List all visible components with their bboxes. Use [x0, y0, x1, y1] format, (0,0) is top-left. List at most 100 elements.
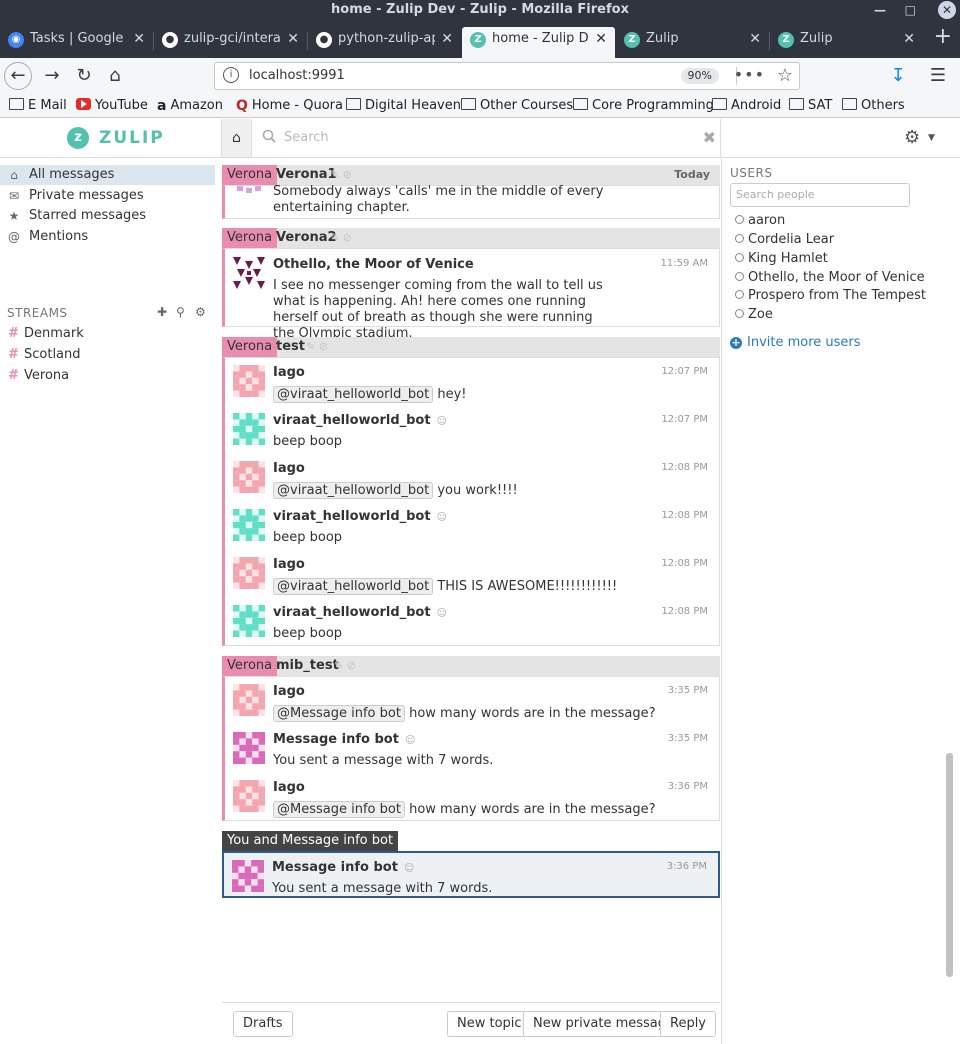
- message[interactable]: Message info bot ☺ 3:35 PM You sent a messa…: [225, 725, 718, 773]
- window-close-icon[interactable]: ✕: [938, 1, 956, 19]
- streams-header[interactable]: STREAMS: [7, 306, 68, 320]
- bookmark-sat[interactable]: SAT: [789, 97, 832, 115]
- message-time[interactable]: 3:36 PM: [667, 861, 707, 872]
- message-time[interactable]: 12:08 PM: [661, 462, 708, 473]
- back-icon[interactable]: ←: [4, 62, 32, 90]
- stream-name[interactable]: Verona: [222, 656, 278, 676]
- tab-tasks[interactable]: ◉ Tasks | Google C ✕: [0, 27, 153, 58]
- message-sender[interactable]: Othello, the Moor of Venice: [273, 257, 474, 272]
- message-sender[interactable]: viraat_helloworld_bot ☺: [273, 413, 447, 428]
- nav-private-messages[interactable]: ✉ Private messages: [0, 186, 215, 206]
- topic-name[interactable]: test: [276, 337, 305, 357]
- message-time[interactable]: 12:08 PM: [661, 510, 708, 521]
- message-sender[interactable]: Message info bot ☺: [272, 860, 414, 875]
- user-item[interactable]: Othello, the Moor of Venice: [735, 268, 925, 287]
- message-sender[interactable]: viraat_helloworld_bot ☺: [273, 605, 447, 620]
- tab-close-icon[interactable]: ✕: [903, 27, 915, 51]
- edit-topic-icon[interactable]: ✎ ⊘: [306, 337, 328, 357]
- add-stream-icon[interactable]: ✚: [157, 305, 167, 319]
- recipient-bar[interactable]: Verona mib_test ✎ ⊘: [222, 656, 720, 676]
- search-input[interactable]: Search: [284, 119, 329, 157]
- message-sender[interactable]: Iago: [273, 461, 305, 476]
- recipient-bar[interactable]: Verona Verona1 ✎ ⊘ Today: [222, 165, 720, 185]
- message[interactable]: Iago 12:08 PM @viraat_helloworld_bot you w…: [225, 454, 718, 502]
- edit-topic-icon[interactable]: ✎ ⊘: [334, 656, 356, 676]
- site-info-icon[interactable]: i: [223, 67, 239, 83]
- topic-name[interactable]: Verona1: [276, 165, 337, 185]
- bookmark-amazon[interactable]: a Amazon: [157, 97, 223, 115]
- chevron-down-icon[interactable]: ▼: [928, 133, 935, 143]
- user-item[interactable]: aaron: [735, 211, 785, 230]
- user-mention[interactable]: @viraat_helloworld_bot: [273, 482, 434, 499]
- user-item[interactable]: King Hamlet: [735, 249, 828, 268]
- nav-starred-messages[interactable]: ★ Starred messages: [0, 206, 215, 226]
- nav-all-messages[interactable]: ⌂ All messages: [0, 165, 215, 185]
- recipient-bar[interactable]: Verona Verona2 ✎ ⊘: [222, 228, 720, 248]
- tab-close-icon[interactable]: ✕: [749, 27, 761, 51]
- message-sender[interactable]: Iago: [273, 365, 305, 380]
- home-tab-button[interactable]: ⌂: [222, 119, 252, 157]
- download-icon[interactable]: ↧: [884, 62, 912, 90]
- url-bar[interactable]: i localhost:9991 90% ••• ☆: [214, 62, 800, 90]
- message-time[interactable]: 3:35 PM: [668, 733, 708, 744]
- recipient-bar[interactable]: You and Message info bot: [222, 831, 720, 851]
- settings-gear-icon[interactable]: ⚙: [904, 127, 920, 148]
- message[interactable]: viraat_helloworld_bot ☺ 12:08 PM beep boop: [225, 598, 718, 646]
- message-time[interactable]: 12:08 PM: [661, 558, 708, 569]
- bookmark-others[interactable]: Others: [842, 97, 905, 115]
- reload-icon[interactable]: ↻: [70, 62, 98, 90]
- stream-name[interactable]: Verona: [222, 165, 278, 185]
- message-sender[interactable]: viraat_helloworld_bot ☺: [273, 509, 447, 524]
- page-actions-icon[interactable]: •••: [734, 63, 765, 87]
- message[interactable]: viraat_helloworld_bot ☺ 12:07 PM beep boop: [225, 406, 718, 454]
- bookmark-star-icon[interactable]: ☆: [777, 63, 793, 89]
- message[interactable]: Iago 12:07 PM @viraat_helloworld_bot hey!: [225, 358, 718, 406]
- invite-more-users-link[interactable]: + Invite more users: [730, 335, 861, 350]
- search-streams-icon[interactable]: ⚲: [176, 305, 185, 319]
- message[interactable]: viraat_helloworld_bot ☺ 12:08 PM beep boop: [225, 502, 718, 550]
- scrollbar-thumb[interactable]: [946, 753, 953, 977]
- bookmark-youtube[interactable]: YouTube: [76, 97, 148, 115]
- message-sender[interactable]: Iago: [273, 684, 305, 699]
- stream-name[interactable]: Verona: [222, 337, 278, 357]
- new-tab-icon[interactable]: +: [934, 23, 952, 51]
- user-mention[interactable]: @viraat_helloworld_bot: [273, 578, 434, 595]
- bookmark-core-programming[interactable]: Core Programming: [573, 97, 714, 115]
- tab-zulip-2[interactable]: Z Zulip ✕: [770, 27, 923, 58]
- tab-zulip-gci[interactable]: ● zulip-gci/interact ✕: [154, 27, 307, 58]
- message-time[interactable]: 12:07 PM: [661, 414, 708, 425]
- message-time[interactable]: 12:08 PM: [661, 606, 708, 617]
- bookmark-quora[interactable]: Q Home - Quora: [236, 97, 343, 115]
- message-sender[interactable]: Iago: [273, 780, 305, 795]
- stream-scotland[interactable]: # Scotland: [0, 345, 215, 365]
- topic-name[interactable]: Verona2: [276, 228, 337, 248]
- message[interactable]: Iago 3:36 PM @Message info bot how many wo…: [225, 773, 718, 821]
- edit-topic-icon[interactable]: ✎ ⊘: [330, 228, 352, 248]
- stream-name[interactable]: Verona: [222, 228, 278, 248]
- message-time[interactable]: 11:59 AM: [661, 258, 708, 269]
- recipient-bar[interactable]: Verona test ✎ ⊘: [222, 337, 720, 357]
- search-clear-icon[interactable]: ✖: [703, 119, 716, 157]
- message[interactable]: Othello, the Moor of Venice 11:59 AM I s…: [225, 249, 718, 341]
- search-people-input[interactable]: Search people: [730, 183, 910, 207]
- drafts-button[interactable]: Drafts: [233, 1011, 293, 1037]
- user-item[interactable]: Prospero from The Tempest: [735, 286, 926, 305]
- tab-close-icon[interactable]: ✕: [595, 27, 607, 51]
- new-topic-button[interactable]: New topic: [447, 1011, 532, 1037]
- tab-python-zulip-api[interactable]: ● python-zulip-api/ ✕: [308, 27, 461, 58]
- bookmark-other-courses[interactable]: Other Courses: [461, 97, 573, 115]
- nav-mentions[interactable]: @ Mentions: [0, 227, 215, 247]
- stream-denmark[interactable]: # Denmark: [0, 324, 215, 344]
- message[interactable]: Iago 3:35 PM @Message info bot how many wo…: [225, 677, 718, 725]
- message[interactable]: Message info bot ☺ 3:36 PM You sent a messa…: [224, 853, 717, 899]
- bookmark-email[interactable]: E Mail: [9, 97, 67, 115]
- home-page-icon[interactable]: ⌂: [101, 62, 129, 90]
- stream-verona[interactable]: # Verona: [0, 366, 215, 386]
- message-time[interactable]: 12:07 PM: [661, 366, 708, 377]
- edit-topic-icon[interactable]: ✎ ⊘: [330, 165, 352, 185]
- tab-zulip[interactable]: Z Zulip ✕: [616, 27, 769, 58]
- maximize-icon[interactable]: □: [905, 0, 916, 20]
- zoom-level[interactable]: 90%: [680, 68, 719, 84]
- message-time[interactable]: 3:36 PM: [668, 781, 708, 792]
- tab-close-icon[interactable]: ✕: [441, 27, 453, 51]
